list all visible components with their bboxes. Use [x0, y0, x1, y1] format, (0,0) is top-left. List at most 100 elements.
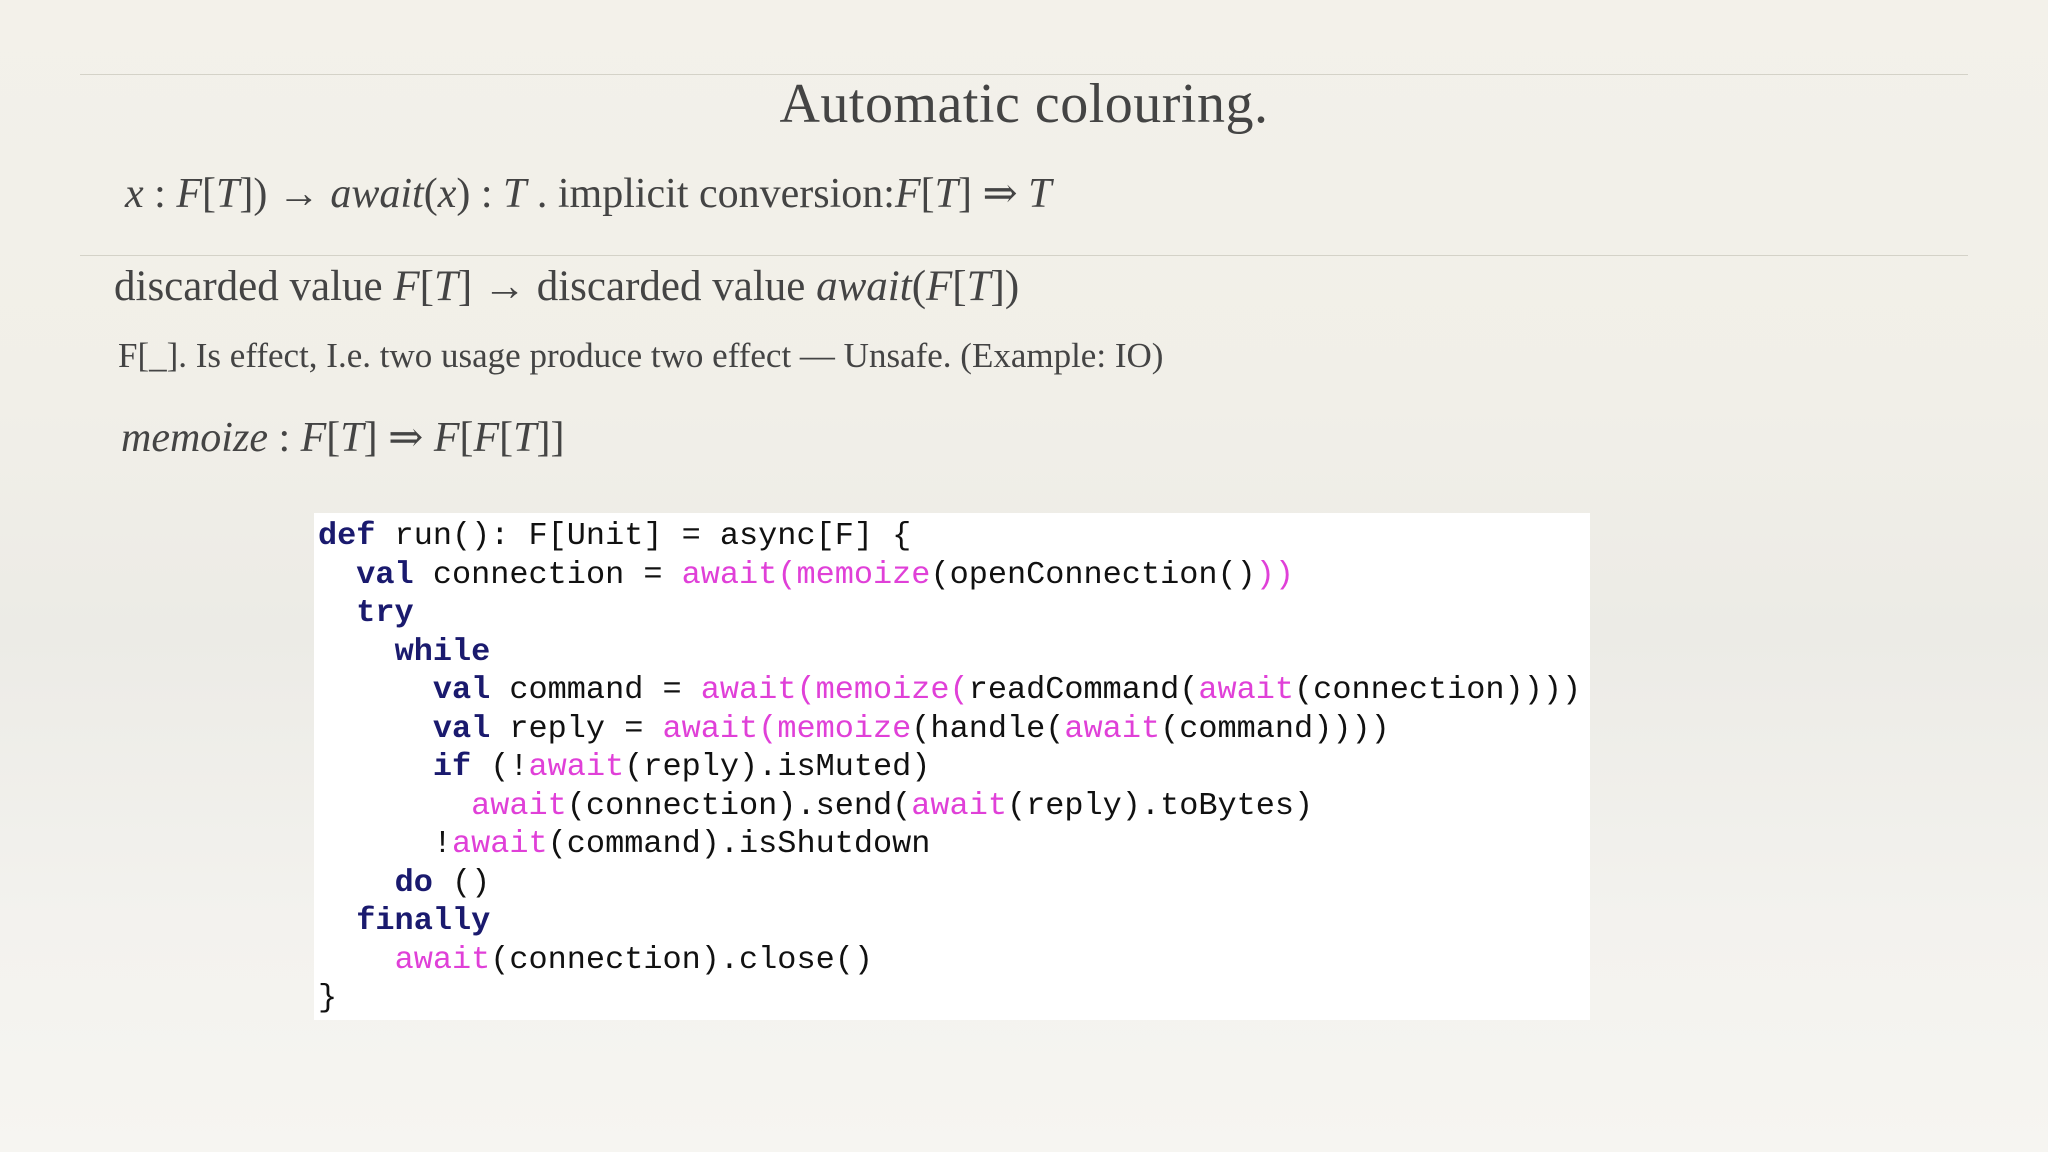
code-await-token: await [911, 786, 1007, 824]
code-await-token: await [394, 940, 491, 978]
code-await-token: await [528, 748, 625, 785]
code-line: } [318, 979, 1581, 1018]
code-text: () [432, 863, 491, 901]
code-line: if (!await(reply).isMuted) [318, 748, 1581, 787]
memo-line-segment: ] ⇒ [363, 415, 434, 461]
discard-line-segment: T [966, 263, 991, 310]
middle-divider [80, 255, 1968, 256]
formula-line-segment: T [503, 171, 527, 217]
formula-line-segment: x [437, 171, 457, 217]
formula-line-segment: T [934, 171, 958, 217]
discard-line-segment: [ [419, 263, 434, 310]
memo-line-segment: F [433, 415, 460, 461]
discard-line-segment: ( [911, 263, 927, 310]
code-keyword: if [432, 748, 472, 785]
effect-note-line: F[_]. Is effect, I.e. two usage produce … [118, 336, 1164, 375]
discarded-value-line: discarded value F[T] → discarded value a… [114, 262, 1019, 311]
formula-line-segment: [ [920, 171, 935, 217]
memoize-signature-line: memoize : F[T] ⇒ F[F[T]] [121, 412, 565, 462]
code-line: val command = await(memoize(readCommand(… [318, 671, 1581, 710]
code-text: readCommand( [968, 671, 1199, 708]
code-keyword: finally [356, 902, 491, 939]
formula-line-segment: F [176, 171, 202, 217]
memo-line-segment: [ [326, 415, 341, 461]
formula-line-segment: ) : [456, 171, 503, 217]
code-text: reply = [490, 709, 663, 747]
code-await-token: await(memoize [681, 555, 931, 593]
code-line: val reply = await(memoize(handle(await(c… [318, 710, 1581, 749]
code-keyword: while [394, 632, 491, 670]
formula-line-segment: : [143, 171, 177, 217]
code-line: while [318, 633, 1581, 672]
formula-line-segment: . implicit conversion: [526, 171, 895, 217]
memo-line-segment: [ [459, 415, 474, 461]
discard-line-segment: F [393, 263, 420, 310]
code-line: await(connection).close() [318, 941, 1581, 980]
code-line: val connection = await(memoize(openConne… [318, 556, 1581, 595]
formula-line-segment: ]) → [239, 171, 331, 217]
memo-line-segment: memoize [121, 415, 268, 461]
code-line: await(connection).send(await(reply).toBy… [318, 787, 1581, 826]
memo-line-segment: T [513, 415, 537, 461]
formula-line-segment: F [894, 171, 921, 217]
discard-line-segment: [ [952, 263, 967, 310]
code-text: (connection).send( [566, 786, 912, 824]
code-text: connection = [413, 555, 682, 593]
formula-line-segment: await [330, 171, 424, 217]
memo-line-segment: : [267, 415, 301, 461]
code-text: (handle( [911, 709, 1065, 747]
code-keyword: def [318, 517, 376, 554]
memo-line-segment: ]] [536, 415, 565, 461]
code-await-token: await [471, 786, 567, 824]
memo-line-segment: T [340, 415, 364, 461]
memo-line-segment: F [473, 415, 500, 461]
formula-line-segment: T [215, 171, 240, 217]
formula-line: x : F[T]) → await(x) : T . implicit conv… [125, 168, 1052, 218]
code-keyword: val [432, 671, 491, 708]
discard-line-segment: ] → discarded value [457, 263, 817, 310]
code-keyword: try [356, 594, 414, 631]
code-await-token: await [451, 825, 548, 862]
code-listing: def run(): F[Unit] = async[F] { val conn… [318, 517, 1581, 1018]
code-text: (! [471, 748, 529, 785]
code-await-token: )) [1255, 555, 1295, 593]
code-line: try [318, 594, 1581, 633]
slide-title: Automatic colouring. [779, 73, 1269, 135]
formula-line-segment: x [125, 171, 144, 217]
code-await-token: await(memoize [662, 709, 912, 747]
code-line: finally [318, 902, 1581, 941]
code-line: def run(): F[Unit] = async[F] { [318, 517, 1581, 556]
code-text: (reply).toBytes) [1006, 786, 1314, 824]
formula-line-segment: ( [423, 171, 438, 217]
code-keyword: val [432, 709, 491, 747]
code-line: do () [318, 864, 1581, 903]
discard-line-segment: ]) [990, 263, 1020, 310]
formula-line-segment: ] ⇒ [957, 171, 1029, 217]
code-line: !await(command).isShutdown [318, 825, 1581, 864]
discard-line-segment: discarded value [114, 263, 394, 310]
code-block: def run(): F[Unit] = async[F] { val conn… [314, 513, 1590, 1020]
code-keyword: val [356, 555, 414, 593]
formula-line-segment: T [1028, 171, 1052, 217]
code-text: run(): F[Unit] = async[F] { [375, 517, 912, 554]
code-text: (connection).close() [490, 940, 873, 978]
discard-line-segment: T [433, 263, 458, 310]
code-await-token: await [1064, 709, 1161, 747]
code-text: (command)))) [1160, 709, 1390, 747]
code-text: (command).isShutdown [547, 825, 931, 862]
discard-line-segment: await [816, 263, 912, 310]
code-await-token: await [1198, 671, 1295, 708]
code-text: command = [490, 671, 701, 708]
formula-line-segment: [ [201, 171, 216, 217]
code-text: ! [318, 825, 452, 862]
code-text: (reply).isMuted) [624, 748, 931, 785]
discard-line-segment: F [926, 263, 953, 310]
